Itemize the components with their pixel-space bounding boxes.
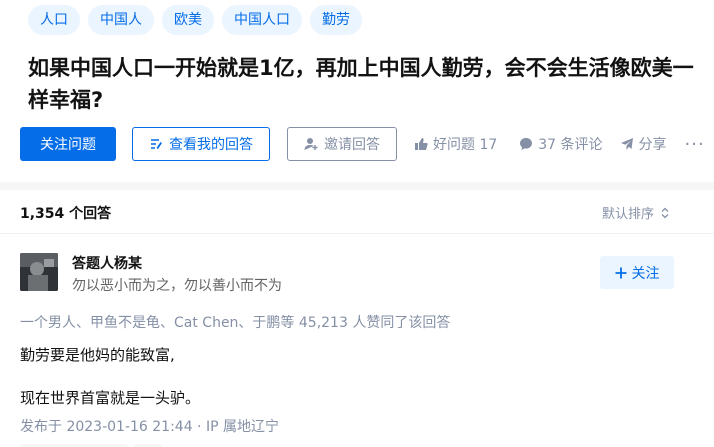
thumbs-up-icon [414, 137, 428, 151]
voters-text[interactable]: 一个男人、甲鱼不是龟、Cat Chen、于鹏等 45,213 人赞同了该回答 [20, 312, 450, 332]
author-name[interactable]: 答题人杨某 [72, 253, 142, 273]
question-header: 人口 中国人 欧美 中国人口 勤劳 如果中国人口一开始就是1亿，再加上中国人勤劳… [0, 0, 714, 182]
follow-author-button[interactable]: 关注 [600, 256, 674, 289]
view-my-answer-button[interactable]: 查看我的回答 [132, 127, 270, 161]
good-question-button[interactable]: 好问题 17 [414, 134, 497, 154]
answer-count: 1,354 个回答 [20, 206, 112, 222]
invite-answer-label: 邀请回答 [324, 137, 380, 153]
topic-tag[interactable]: 勤劳 [310, 5, 362, 35]
good-question-label: 好问题 17 [433, 137, 498, 153]
comment-icon [519, 137, 533, 151]
invite-user-icon [304, 137, 318, 151]
topic-tag[interactable]: 人口 [28, 5, 80, 35]
answer-line: 现在世界首富就是一头驴。 [20, 389, 201, 407]
topic-tags: 人口 中国人 欧美 中国人口 勤劳 [28, 5, 362, 35]
answer-line: 勤劳要是他妈的能致富, [20, 346, 175, 364]
share-label: 分享 [638, 137, 667, 153]
view-my-answer-label: 查看我的回答 [169, 137, 253, 153]
sort-dropdown[interactable]: 默认排序 [602, 203, 670, 222]
comments-button[interactable]: 37 条评论 [519, 134, 603, 154]
follow-question-label: 关注问题 [40, 137, 96, 153]
author-bio: 勿以恶小而为之，勿以善小而不为 [72, 278, 282, 294]
topic-tag[interactable]: 中国人口 [222, 5, 302, 35]
invite-answer-button[interactable]: 邀请回答 [287, 127, 397, 161]
posted-time[interactable]: 发布于 2023-01-16 21:44 · IP 属地辽宁 [20, 416, 279, 436]
topic-tag[interactable]: 欧美 [162, 5, 214, 35]
sort-chevron-icon [660, 207, 670, 219]
share-icon [620, 137, 634, 151]
more-icon[interactable]: ··· [685, 134, 705, 155]
sort-label: 默认排序 [601, 207, 654, 222]
question-actions: 关注问题 查看我的回答 邀请回答 好问题 17 37 条评论 分享 ··· [20, 127, 705, 161]
share-button[interactable]: 分享 [620, 134, 667, 154]
answers-panel: 1,354 个回答 默认排序 答题人杨某 勿以恶小而为之，勿以善小而不为 关注 … [0, 190, 714, 447]
question-title[interactable]: 如果中国人口一开始就是1亿，再加上中国人勤劳，会不会生活像欧美一样幸福? [28, 52, 698, 116]
pencil-icon [149, 137, 163, 151]
answers-header: 1,354 个回答 默认排序 [0, 190, 714, 234]
follow-question-button[interactable]: 关注问题 [20, 127, 116, 161]
topic-tag[interactable]: 中国人 [88, 5, 154, 35]
plus-icon [615, 267, 627, 279]
follow-author-label: 关注 [631, 265, 660, 282]
comments-label: 37 条评论 [538, 137, 603, 153]
avatar[interactable] [20, 253, 58, 291]
